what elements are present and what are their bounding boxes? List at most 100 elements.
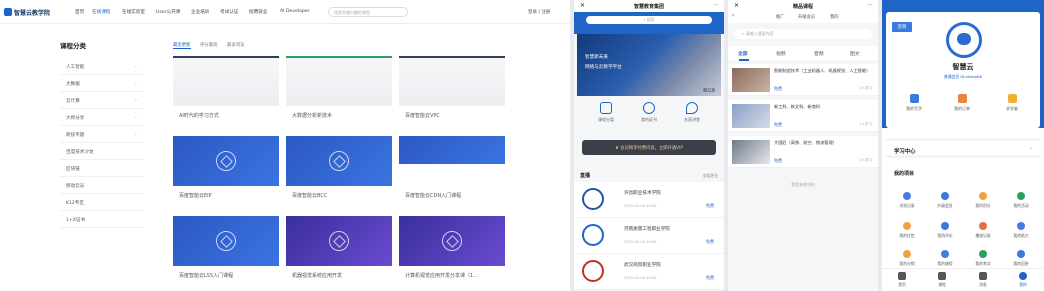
banner-headline: 智慧新未来 [585,55,608,60]
school-logo [582,224,604,246]
live-item[interactable]: 许昌职业技术学院 2021-03-16 10:00 免费 [574,182,724,218]
nav-courses[interactable]: 在线课程 [92,9,110,15]
live-item[interactable]: 武汉商贸职业学院 2021-03-16 10:00 免费 [574,254,724,290]
category-label: 百度技术沙龙 [66,150,94,155]
nav-jobs[interactable]: 招聘就业 [249,9,267,15]
crown-icon [941,192,949,200]
study-center-label: 学习中心 [894,149,916,155]
grid-item[interactable]: 我的红包 [888,222,926,239]
course-category-button[interactable]: 课程分类 [588,102,624,123]
grid-item[interactable]: 我的助力 [1002,222,1040,239]
grid-item[interactable]: 播放记录 [964,222,1002,239]
login-register-link[interactable]: 登录 | 注册 [528,9,550,15]
tab-video[interactable]: 视频 [776,50,786,57]
category-item[interactable]: 云计算 ⌄ [60,92,144,109]
grid-label: 浏览记录 [899,203,915,208]
avatar[interactable] [946,22,982,58]
grid-item[interactable]: 我的考试 [964,250,1002,267]
site-logo[interactable]: 智慧云教学院 [14,8,50,17]
person-icon [1019,272,1027,280]
course-card[interactable]: 百度智能云VPC [399,56,505,126]
learner-button[interactable]: 求学者 [992,94,1032,112]
grid-item[interactable]: 我的分销 [888,250,926,267]
search-input[interactable]: ⌕ 请输入搜索内容 [734,29,872,39]
course-card[interactable]: 百度智能云CDN入门课程 [399,136,505,208]
grid-item[interactable]: 升级会员 [926,192,964,209]
grid-item[interactable]: 我的评论 [926,222,964,239]
category-item[interactable]: 大数据 ⌄ [60,75,144,92]
grid-item[interactable]: 我的课程 [926,250,964,267]
tab-home[interactable]: 首页 [882,272,922,288]
course-card[interactable]: 机器视觉系统应用开发 [286,216,392,288]
search-input[interactable]: ⌕ 搜索 [586,16,712,24]
more-icon[interactable]: ··· [713,2,718,8]
live-more-link[interactable]: 查看更多 [703,173,718,179]
tab-audio[interactable]: 音频 [814,50,824,57]
grid-item[interactable]: 我的积分 [964,192,1002,209]
sign-in-button[interactable]: 签到 [892,22,912,32]
sort-latest[interactable]: 最近更新 [173,42,191,49]
tab-mine[interactable]: 我的 [1003,272,1043,288]
nav-developer[interactable]: AI Developer [280,9,310,14]
category-item[interactable]: 新技专题 ⌄ [60,126,144,143]
bell-icon [979,272,987,280]
category-item[interactable]: 移动云员 [60,177,144,194]
category-item[interactable]: 大师分享 ⌄ [60,109,144,126]
close-icon[interactable]: ✕ [734,2,739,9]
sort-views[interactable]: 最多浏览 [227,42,245,48]
category-item[interactable]: 人工智能 ⌄ [60,58,144,75]
points-icon [979,192,987,200]
more-icon[interactable]: ··· [867,2,872,8]
category-label: 大数据 [66,82,80,87]
course-item[interactable]: 智能制造技术（工业机器人、机器视觉、人工智能） 免费 2人学习 [728,64,878,96]
logo-icon [4,8,12,16]
page-title: 精品课程 [792,4,813,10]
nav-home[interactable]: 首页 [75,9,84,15]
nav-lab[interactable]: 在线实验室 [122,9,145,15]
tab-all[interactable]: 全部 [738,50,749,61]
category-item[interactable]: 区块链 [60,160,144,177]
sort-rating[interactable]: 评分最高 [200,42,218,48]
tab-messages[interactable]: 消息 [963,272,1003,288]
close-icon[interactable]: ✕ [580,2,585,9]
search-input[interactable]: 搜索你感兴趣的课程 [328,7,408,17]
lecture-hall-button[interactable]: 名家讲堂 [674,102,710,123]
certificate-button[interactable]: 我的证书 [631,102,667,123]
my-writing-button[interactable]: 我的写字 [894,94,934,112]
course-card[interactable]: 百度智能云EIP [173,136,279,208]
top-nav: 智慧云教学院 首页 在线课程 在线实验室 User公开课 企业培训 考试认证 招… [0,0,570,24]
category-item[interactable]: K12专区 [60,194,144,211]
course-card[interactable]: AI时代的学习方式 [173,56,279,126]
subtab-mine[interactable]: 我的 [830,14,839,20]
my-orders-button[interactable]: 我的订单 [942,94,982,112]
tab-article[interactable]: 图文 [850,50,860,57]
back-icon[interactable]: ‹ [732,12,734,19]
subtab-upgrade[interactable]: 升级会员 [798,14,815,20]
chevron-down-icon: ⌄ [133,131,138,137]
vip-banner[interactable]: ♛ 会员畅享付费内容，立即开通VIP [582,140,716,155]
subtab-promote[interactable]: 推广 [776,14,785,20]
grid-item[interactable]: 我的回答 [1002,250,1040,267]
study-center-row[interactable]: 学习中心 › [886,138,1040,158]
history-icon [903,192,911,200]
course-card[interactable]: 计算机视觉应用开发分享课（1... [399,216,505,288]
mobile-header: ✕ 精品课程 ··· [728,0,878,12]
grid-label: 我的分销 [899,261,915,266]
course-card[interactable]: 百度智能云LSS入门课程 [173,216,279,288]
live-section-title: 直播 [580,173,591,179]
nav-exam[interactable]: 考试认证 [220,9,238,15]
live-item[interactable]: 河南质量工程职业学院 2021-03-16 10:00 免费 [574,218,724,254]
nav-open-course[interactable]: User公开课 [156,9,180,15]
nav-enterprise[interactable]: 企业培训 [191,9,209,15]
category-item[interactable]: 百度技术沙龙 [60,143,144,160]
course-item[interactable]: 新工科、新文科、新商科 免费 1人学习 [728,100,878,132]
course-card[interactable]: 大数据分析新技术 [286,56,392,126]
course-card[interactable]: 百度智能云BCC [286,136,392,208]
course-item[interactable]: 大国匠（高铁、航空、物流管理） 免费 2人学习 [728,136,878,168]
grid-item[interactable]: 我的活动 [1002,192,1040,209]
tab-courses[interactable]: 课程 [922,272,962,288]
grid-item[interactable]: 浏览记录 [888,192,926,209]
banner-carousel[interactable]: 智慧新未来 网络与云教学平台 1/3 [577,34,721,96]
category-item[interactable]: 1+X证书 [60,211,144,228]
user-icon [643,102,655,114]
